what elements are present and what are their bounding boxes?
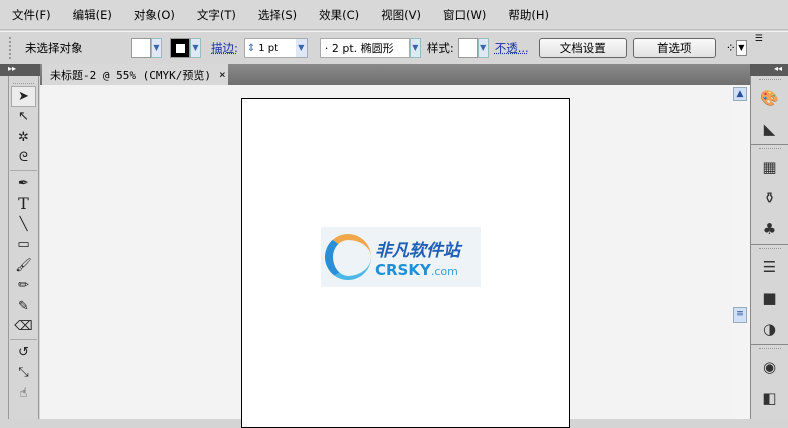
symbols-icon[interactable]: ♣ [751,213,788,244]
scale-tool-icon[interactable]: ⤡ [9,363,38,384]
pen-tool-icon[interactable]: ✒ [9,173,38,194]
menu-effect[interactable]: 效果(C) [319,7,359,23]
graphic-styles-icon[interactable]: ◧ [751,382,788,413]
scroll-thumb[interactable]: ≡ [733,307,747,323]
brush-field[interactable]: · 2 pt. 椭圆形 [319,38,410,58]
color-panel-icon[interactable]: 🎨 [751,82,788,113]
pencil-tool-icon[interactable]: ✏ [9,276,38,297]
close-icon[interactable]: × [219,68,226,81]
stepper-icon[interactable]: ⇕ [245,43,255,54]
right-panel-dock: 🎨 ◣ ▦ ⚱ ♣ ☰ ■ ◑ ◉ ◧ [750,76,788,419]
stroke-weight-value: 1 pt [258,42,279,54]
align-icon[interactable]: ⁘ [726,41,736,55]
fill-swatch[interactable] [131,38,151,58]
blob-brush-tool-icon[interactable]: ✎ [9,296,38,317]
stroke-link[interactable]: 描边: [211,40,238,56]
align-dropdown[interactable]: ▼ [735,40,747,56]
menu-object[interactable]: 对象(O) [134,7,175,23]
control-panel: 未选择对象 ▼ ▼ 描边: ⇕ 1 pt ▼ · 2 pt. 椭圆形 ▼ 样式:… [0,31,788,64]
type-tool-icon[interactable]: T [9,194,38,215]
direct-selection-tool-icon[interactable]: ↖ [9,107,38,128]
stroke-swatch[interactable] [170,38,190,58]
preferences-button[interactable]: 首选项 [632,38,716,58]
opacity-link[interactable]: 不透... [495,40,529,56]
logo-text-cn: 非凡软件站 [375,240,460,261]
menu-edit[interactable]: 编辑(E) [73,7,112,23]
stroke-panel-icon[interactable]: ☰ [751,251,788,282]
tools-panel: ➤ ↖ ✲ ᘓ ✒ T ╲ ▭ 🖌 ✏ ✎ ⌫ ↺ ⤡ ☝ [8,76,39,419]
style-label: 样式: [426,41,454,55]
paintbrush-tool-icon[interactable]: 🖌 [9,255,38,276]
watermark-logo: 非凡软件站 CRSKY.com [321,227,481,287]
document-tab-title: 未标题-2 @ 55% (CMYK/预览) [50,68,211,82]
rectangle-tool-icon[interactable]: ▭ [9,235,38,256]
swatches-icon[interactable]: ▦ [751,151,788,182]
panel-menu-icon[interactable]: ☰ [755,34,763,44]
selection-status: 未选择对象 [25,41,83,55]
menu-view[interactable]: 视图(V) [381,7,421,23]
collapse-right-panel[interactable]: ◂◂ [750,64,788,76]
warp-tool-icon[interactable]: ☝ [9,383,38,404]
stroke-dropdown[interactable]: ▼ [190,38,201,58]
style-dropdown[interactable]: ▼ [477,38,489,58]
lasso-tool-icon[interactable]: ᘓ [9,148,38,169]
scroll-up-button[interactable]: ▲ [733,87,747,101]
document-tab-bar: 未标题-2 @ 55% (CMYK/预览) × [40,64,750,85]
eraser-tool-icon[interactable]: ⌫ [9,317,38,338]
vertical-scrollbar[interactable]: ▲ ≡ [732,85,750,419]
menu-type[interactable]: 文字(T) [197,7,236,23]
menu-window[interactable]: 窗口(W) [443,7,486,23]
brushes-icon[interactable]: ⚱ [751,182,788,213]
document-tab[interactable]: 未标题-2 @ 55% (CMYK/预览) × [42,64,228,85]
appearance-icon[interactable]: ◉ [751,351,788,382]
brush-dropdown[interactable]: ▼ [409,38,421,58]
chevron-down-icon[interactable]: ▼ [295,39,307,57]
fill-dropdown[interactable]: ▼ [151,38,162,58]
logo-text-domain: .com [430,264,458,278]
transparency-icon[interactable]: ◑ [751,313,788,344]
menu-file[interactable]: 文件(F) [12,7,51,23]
menu-bar: 文件(F) 编辑(E) 对象(O) 文字(T) 选择(S) 效果(C) 视图(V… [0,0,788,30]
menu-select[interactable]: 选择(S) [258,7,297,23]
gradient-icon[interactable]: ■ [751,282,788,313]
document-setup-button[interactable]: 文档设置 [538,38,627,58]
stroke-weight-field[interactable]: ⇕ 1 pt ▼ [243,38,308,58]
rotate-tool-icon[interactable]: ↺ [9,342,38,363]
panel-grip[interactable] [9,37,13,59]
menu-help[interactable]: 帮助(H) [508,7,549,23]
logo-mark-icon [325,234,371,280]
style-swatch[interactable] [457,38,478,58]
line-tool-icon[interactable]: ╲ [9,214,38,235]
canvas-area[interactable]: 非凡软件站 CRSKY.com [40,85,732,428]
color-guide-icon[interactable]: ◣ [751,113,788,144]
collapse-left-panel[interactable]: ▸▸ [0,64,40,76]
logo-text-en: CRSKY [375,260,431,279]
magic-wand-tool-icon[interactable]: ✲ [9,127,38,148]
selection-tool-icon[interactable]: ➤ [11,86,36,107]
